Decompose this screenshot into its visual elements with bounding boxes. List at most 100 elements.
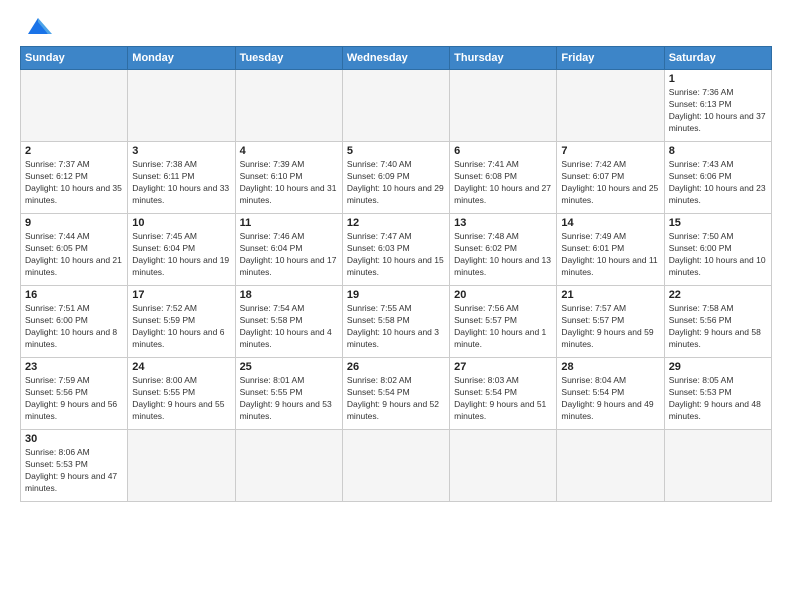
calendar-cell: 3Sunrise: 7:38 AMSunset: 6:11 PMDaylight… (128, 142, 235, 214)
day-number: 6 (454, 145, 552, 157)
calendar-cell: 30 Sunrise: 8:06 AMSunset: 5:53 PMDayligh… (21, 430, 128, 502)
calendar-cell: 8 Sunrise: 7:43 AMSunset: 6:06 PMDaylight… (664, 142, 771, 214)
calendar-header-thursday: Thursday (450, 47, 557, 70)
calendar-cell: 11 Sunrise: 7:46 AMSunset: 6:04 PMDayligh… (235, 214, 342, 286)
day-detail: Sunrise: 7:40 AMSunset: 6:09 PMDaylight:… (347, 159, 445, 207)
day-number: 28 (561, 361, 659, 373)
calendar-cell: 26 Sunrise: 8:02 AMSunset: 5:54 PMDayligh… (342, 358, 449, 430)
calendar-cell (128, 70, 235, 142)
calendar-cell: 7Sunrise: 7:42 AMSunset: 6:07 PMDaylight… (557, 142, 664, 214)
calendar-cell: 18 Sunrise: 7:54 AMSunset: 5:58 PMDayligh… (235, 286, 342, 358)
calendar-cell: 10Sunrise: 7:45 AMSunset: 6:04 PMDayligh… (128, 214, 235, 286)
day-detail: Sunrise: 7:59 AMSunset: 5:56 PMDaylight:… (25, 375, 123, 423)
day-detail: Sunrise: 8:00 AMSunset: 5:55 PMDaylight:… (132, 375, 230, 423)
day-number: 11 (240, 217, 338, 229)
day-number: 25 (240, 361, 338, 373)
calendar-cell: 16 Sunrise: 7:51 AMSunset: 6:00 PMDayligh… (21, 286, 128, 358)
calendar-week-1: 1 Sunrise: 7:36 AMSunset: 6:13 PMDaylight… (21, 70, 772, 142)
day-detail: Sunrise: 7:36 AMSunset: 6:13 PMDaylight:… (669, 87, 767, 135)
day-detail: Sunrise: 8:02 AMSunset: 5:54 PMDaylight:… (347, 375, 445, 423)
day-number: 20 (454, 289, 552, 301)
day-number: 14 (561, 217, 659, 229)
day-detail: Sunrise: 8:04 AMSunset: 5:54 PMDaylight:… (561, 375, 659, 423)
calendar-header-tuesday: Tuesday (235, 47, 342, 70)
day-number: 12 (347, 217, 445, 229)
day-number: 16 (25, 289, 123, 301)
calendar-cell: 17 Sunrise: 7:52 AMSunset: 5:59 PMDayligh… (128, 286, 235, 358)
day-number: 1 (669, 73, 767, 85)
day-detail: Sunrise: 7:58 AMSunset: 5:56 PMDaylight:… (669, 303, 767, 351)
calendar-cell: 20Sunrise: 7:56 AMSunset: 5:57 PMDayligh… (450, 286, 557, 358)
calendar-week-3: 9 Sunrise: 7:44 AMSunset: 6:05 PMDaylight… (21, 214, 772, 286)
day-number: 5 (347, 145, 445, 157)
calendar-cell: 29Sunrise: 8:05 AMSunset: 5:53 PMDayligh… (664, 358, 771, 430)
day-detail: Sunrise: 7:46 AMSunset: 6:04 PMDaylight:… (240, 231, 338, 279)
calendar-cell (342, 70, 449, 142)
day-detail: Sunrise: 8:05 AMSunset: 5:53 PMDaylight:… (669, 375, 767, 423)
day-number: 26 (347, 361, 445, 373)
day-number: 17 (132, 289, 230, 301)
calendar-cell (21, 70, 128, 142)
day-detail: Sunrise: 7:45 AMSunset: 6:04 PMDaylight:… (132, 231, 230, 279)
day-number: 9 (25, 217, 123, 229)
calendar-cell (128, 430, 235, 502)
calendar-header-wednesday: Wednesday (342, 47, 449, 70)
calendar-header-saturday: Saturday (664, 47, 771, 70)
calendar-cell (664, 430, 771, 502)
day-number: 18 (240, 289, 338, 301)
calendar-cell: 1 Sunrise: 7:36 AMSunset: 6:13 PMDaylight… (664, 70, 771, 142)
calendar-cell: 4Sunrise: 7:39 AMSunset: 6:10 PMDaylight… (235, 142, 342, 214)
day-number: 30 (25, 433, 123, 445)
calendar-cell: 19 Sunrise: 7:55 AMSunset: 5:58 PMDayligh… (342, 286, 449, 358)
day-detail: Sunrise: 8:06 AMSunset: 5:53 PMDaylight:… (25, 447, 123, 495)
day-detail: Sunrise: 7:51 AMSunset: 6:00 PMDaylight:… (25, 303, 123, 351)
calendar-cell: 25 Sunrise: 8:01 AMSunset: 5:55 PMDayligh… (235, 358, 342, 430)
day-detail: Sunrise: 7:44 AMSunset: 6:05 PMDaylight:… (25, 231, 123, 279)
calendar-cell: 24 Sunrise: 8:00 AMSunset: 5:55 PMDayligh… (128, 358, 235, 430)
day-detail: Sunrise: 7:55 AMSunset: 5:58 PMDaylight:… (347, 303, 445, 351)
day-detail: Sunrise: 7:42 AMSunset: 6:07 PMDaylight:… (561, 159, 659, 207)
calendar-cell (235, 430, 342, 502)
header (20, 16, 772, 38)
calendar-cell: 13 Sunrise: 7:48 AMSunset: 6:02 PMDayligh… (450, 214, 557, 286)
logo-icon (24, 16, 52, 38)
calendar-week-6: 30 Sunrise: 8:06 AMSunset: 5:53 PMDayligh… (21, 430, 772, 502)
day-number: 24 (132, 361, 230, 373)
day-detail: Sunrise: 7:49 AMSunset: 6:01 PMDaylight:… (561, 231, 659, 279)
day-number: 23 (25, 361, 123, 373)
calendar-cell (450, 430, 557, 502)
calendar-cell: 9 Sunrise: 7:44 AMSunset: 6:05 PMDaylight… (21, 214, 128, 286)
calendar-cell: 5 Sunrise: 7:40 AMSunset: 6:09 PMDaylight… (342, 142, 449, 214)
day-detail: Sunrise: 7:52 AMSunset: 5:59 PMDaylight:… (132, 303, 230, 351)
calendar-table: SundayMondayTuesdayWednesdayThursdayFrid… (20, 46, 772, 502)
day-number: 13 (454, 217, 552, 229)
day-detail: Sunrise: 7:47 AMSunset: 6:03 PMDaylight:… (347, 231, 445, 279)
calendar-cell: 28 Sunrise: 8:04 AMSunset: 5:54 PMDayligh… (557, 358, 664, 430)
logo-text (20, 16, 52, 38)
calendar-week-5: 23 Sunrise: 7:59 AMSunset: 5:56 PMDayligh… (21, 358, 772, 430)
calendar-cell: 21 Sunrise: 7:57 AMSunset: 5:57 PMDayligh… (557, 286, 664, 358)
calendar-cell: 22 Sunrise: 7:58 AMSunset: 5:56 PMDayligh… (664, 286, 771, 358)
calendar-cell (557, 70, 664, 142)
day-number: 8 (669, 145, 767, 157)
page: SundayMondayTuesdayWednesdayThursdayFrid… (0, 0, 792, 612)
day-detail: Sunrise: 7:54 AMSunset: 5:58 PMDaylight:… (240, 303, 338, 351)
day-detail: Sunrise: 8:01 AMSunset: 5:55 PMDaylight:… (240, 375, 338, 423)
day-detail: Sunrise: 7:57 AMSunset: 5:57 PMDaylight:… (561, 303, 659, 351)
day-detail: Sunrise: 7:48 AMSunset: 6:02 PMDaylight:… (454, 231, 552, 279)
calendar-header-row: SundayMondayTuesdayWednesdayThursdayFrid… (21, 47, 772, 70)
day-number: 21 (561, 289, 659, 301)
day-number: 4 (240, 145, 338, 157)
day-number: 19 (347, 289, 445, 301)
day-number: 22 (669, 289, 767, 301)
logo (20, 16, 52, 38)
calendar-cell: 15Sunrise: 7:50 AMSunset: 6:00 PMDayligh… (664, 214, 771, 286)
calendar-cell (557, 430, 664, 502)
calendar-cell: 23 Sunrise: 7:59 AMSunset: 5:56 PMDayligh… (21, 358, 128, 430)
calendar-header-sunday: Sunday (21, 47, 128, 70)
calendar-cell: 27Sunrise: 8:03 AMSunset: 5:54 PMDayligh… (450, 358, 557, 430)
calendar-cell: 14 Sunrise: 7:49 AMSunset: 6:01 PMDayligh… (557, 214, 664, 286)
day-detail: Sunrise: 7:43 AMSunset: 6:06 PMDaylight:… (669, 159, 767, 207)
day-detail: Sunrise: 7:50 AMSunset: 6:00 PMDaylight:… (669, 231, 767, 279)
day-detail: Sunrise: 7:37 AMSunset: 6:12 PMDaylight:… (25, 159, 123, 207)
